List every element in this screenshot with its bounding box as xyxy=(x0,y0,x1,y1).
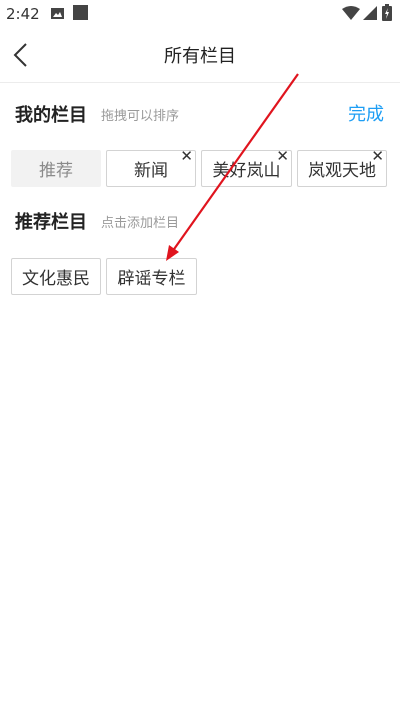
channel-chip-piyao-zhuanlan[interactable]: 辟谣专栏 xyxy=(106,258,197,295)
status-time: 2:42 xyxy=(6,5,40,23)
recommended-channels-hint: 点击添加栏目 xyxy=(101,216,180,231)
wifi-icon xyxy=(342,6,360,20)
remove-icon[interactable]: ✕ xyxy=(180,148,193,164)
remove-icon[interactable]: ✕ xyxy=(276,148,289,164)
channel-chip-meihao-lanshan[interactable]: 美好岚山 ✕ xyxy=(201,148,292,187)
my-channels-hint: 拖拽可以排序 xyxy=(101,109,180,124)
channel-chip-wenhua-huimin[interactable]: 文化惠民 xyxy=(11,258,101,295)
notification-square-icon xyxy=(73,5,88,20)
recommended-channels-title: 推荐栏目 xyxy=(15,212,87,233)
channel-chip-languan-tiandi[interactable]: 岚观天地 ✕ xyxy=(297,148,387,187)
channel-chip-label: 推荐 xyxy=(39,161,73,181)
image-notification-icon xyxy=(51,8,64,19)
done-button[interactable]: 完成 xyxy=(348,100,384,126)
channel-chip-label: 文化惠民 xyxy=(22,269,90,289)
channel-chip-label: 辟谣专栏 xyxy=(117,269,186,289)
page-title: 所有栏目 xyxy=(164,46,236,67)
channel-chip-news[interactable]: 新闻 ✕ xyxy=(106,148,196,187)
channel-chip-label: 新闻 xyxy=(134,161,168,181)
channel-chip-label: 岚观天地 xyxy=(308,161,376,181)
status-bar: 2:42 xyxy=(0,0,400,28)
remove-icon[interactable]: ✕ xyxy=(371,148,384,164)
channel-chip-recommend: 推荐 xyxy=(11,150,101,187)
my-channels-title: 我的栏目 xyxy=(15,105,87,126)
battery-icon xyxy=(382,4,392,21)
title-bar: 所有栏目 xyxy=(0,28,400,83)
signal-icon xyxy=(363,6,377,20)
channel-chip-label: 美好岚山 xyxy=(212,161,281,181)
